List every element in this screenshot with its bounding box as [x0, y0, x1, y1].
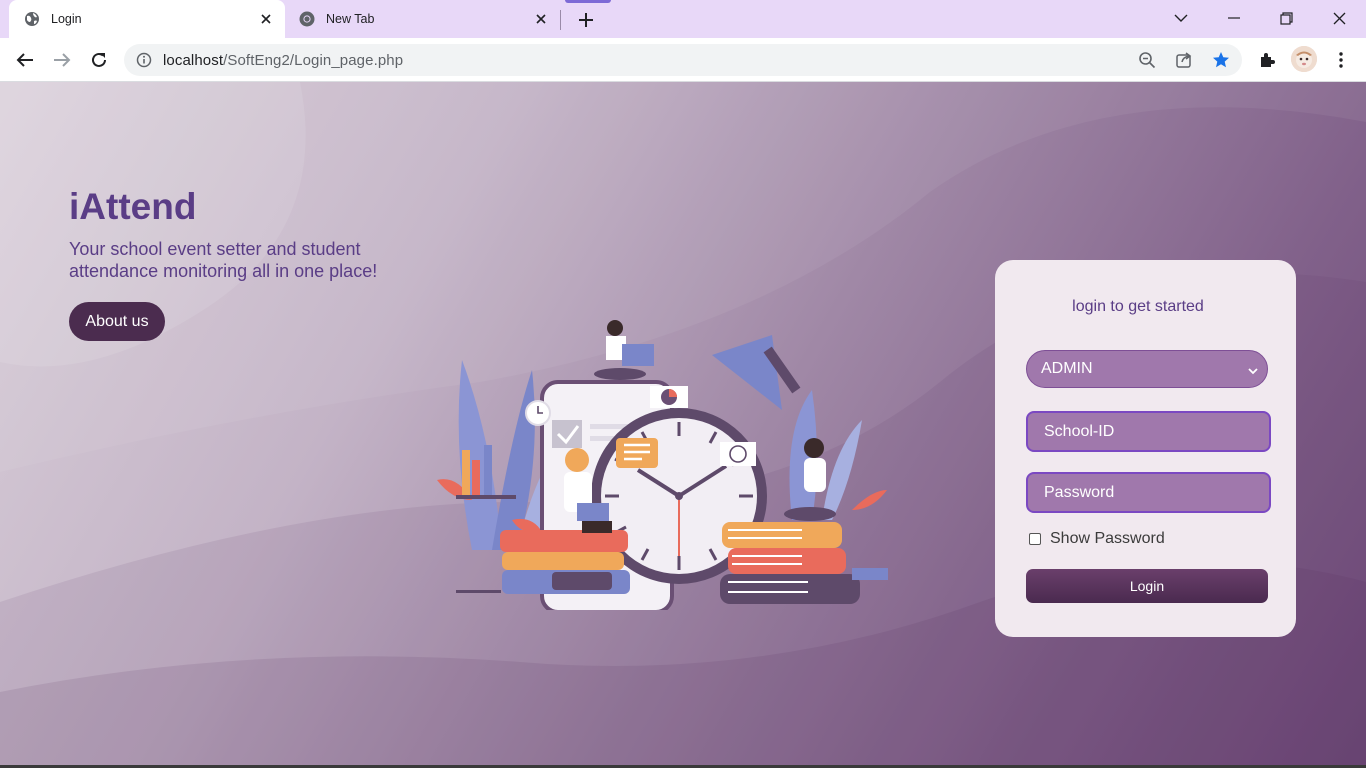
show-password-toggle[interactable]: Show Password — [1029, 530, 1165, 548]
chevron-down-icon — [1247, 364, 1259, 376]
bookmark-star-icon[interactable] — [1211, 50, 1231, 70]
role-select[interactable]: ADMIN — [1026, 350, 1268, 388]
tab-search-chevron-icon[interactable] — [1167, 6, 1195, 30]
tab-new-tab[interactable]: New Tab — [285, 0, 560, 38]
browser-toolbar: localhost/SoftEng2/Login_page.php — [0, 38, 1366, 82]
forward-arrow-icon[interactable] — [50, 48, 74, 72]
password-input[interactable] — [1026, 472, 1271, 513]
tab-drag-indicator — [565, 0, 611, 3]
brand-title: iAttend — [69, 186, 197, 227]
tab-title: Login — [51, 12, 82, 26]
school-id-input[interactable] — [1026, 411, 1271, 452]
share-icon[interactable] — [1174, 50, 1194, 70]
tab-divider — [560, 10, 561, 30]
url-path: /SoftEng2/Login_page.php — [223, 52, 404, 69]
minimize-icon[interactable] — [1220, 6, 1248, 30]
chrome-icon — [299, 11, 315, 27]
login-button[interactable]: Login — [1026, 569, 1268, 603]
globe-icon — [24, 11, 40, 27]
site-info-icon[interactable] — [136, 52, 152, 68]
show-password-checkbox[interactable] — [1029, 533, 1041, 545]
reload-icon[interactable] — [87, 48, 111, 72]
attendance-illustration — [437, 320, 888, 610]
address-bar[interactable]: localhost/SoftEng2/Login_page.php — [124, 44, 1242, 76]
new-tab-button[interactable] — [574, 8, 598, 32]
brand-tagline: Your school event setter and student att… — [69, 239, 378, 281]
login-card: login to get started ADMIN Show Password… — [995, 260, 1296, 637]
profile-avatar[interactable] — [1291, 46, 1317, 72]
about-us-button[interactable]: About us — [69, 302, 165, 341]
tab-close-icon[interactable] — [532, 10, 550, 28]
browser-menu-icon[interactable] — [1329, 48, 1353, 72]
back-arrow-icon[interactable] — [13, 48, 37, 72]
role-select-value: ADMIN — [1041, 360, 1093, 377]
login-heading: login to get started — [1072, 298, 1204, 315]
tab-title: New Tab — [326, 12, 375, 26]
url-text: localhost/SoftEng2/Login_page.php — [163, 52, 403, 69]
tab-close-icon[interactable] — [257, 10, 275, 28]
extensions-puzzle-icon[interactable] — [1255, 48, 1279, 72]
restore-icon[interactable] — [1272, 6, 1300, 30]
browser-tabstrip: Login New Tab — [0, 0, 1366, 38]
close-window-icon[interactable] — [1325, 6, 1353, 30]
zoom-icon[interactable] — [1137, 50, 1157, 70]
login-page: iAttend Your school event setter and stu… — [0, 82, 1366, 765]
tab-login[interactable]: Login — [9, 0, 285, 38]
show-password-label: Show Password — [1050, 530, 1165, 547]
url-host: localhost — [163, 52, 224, 69]
